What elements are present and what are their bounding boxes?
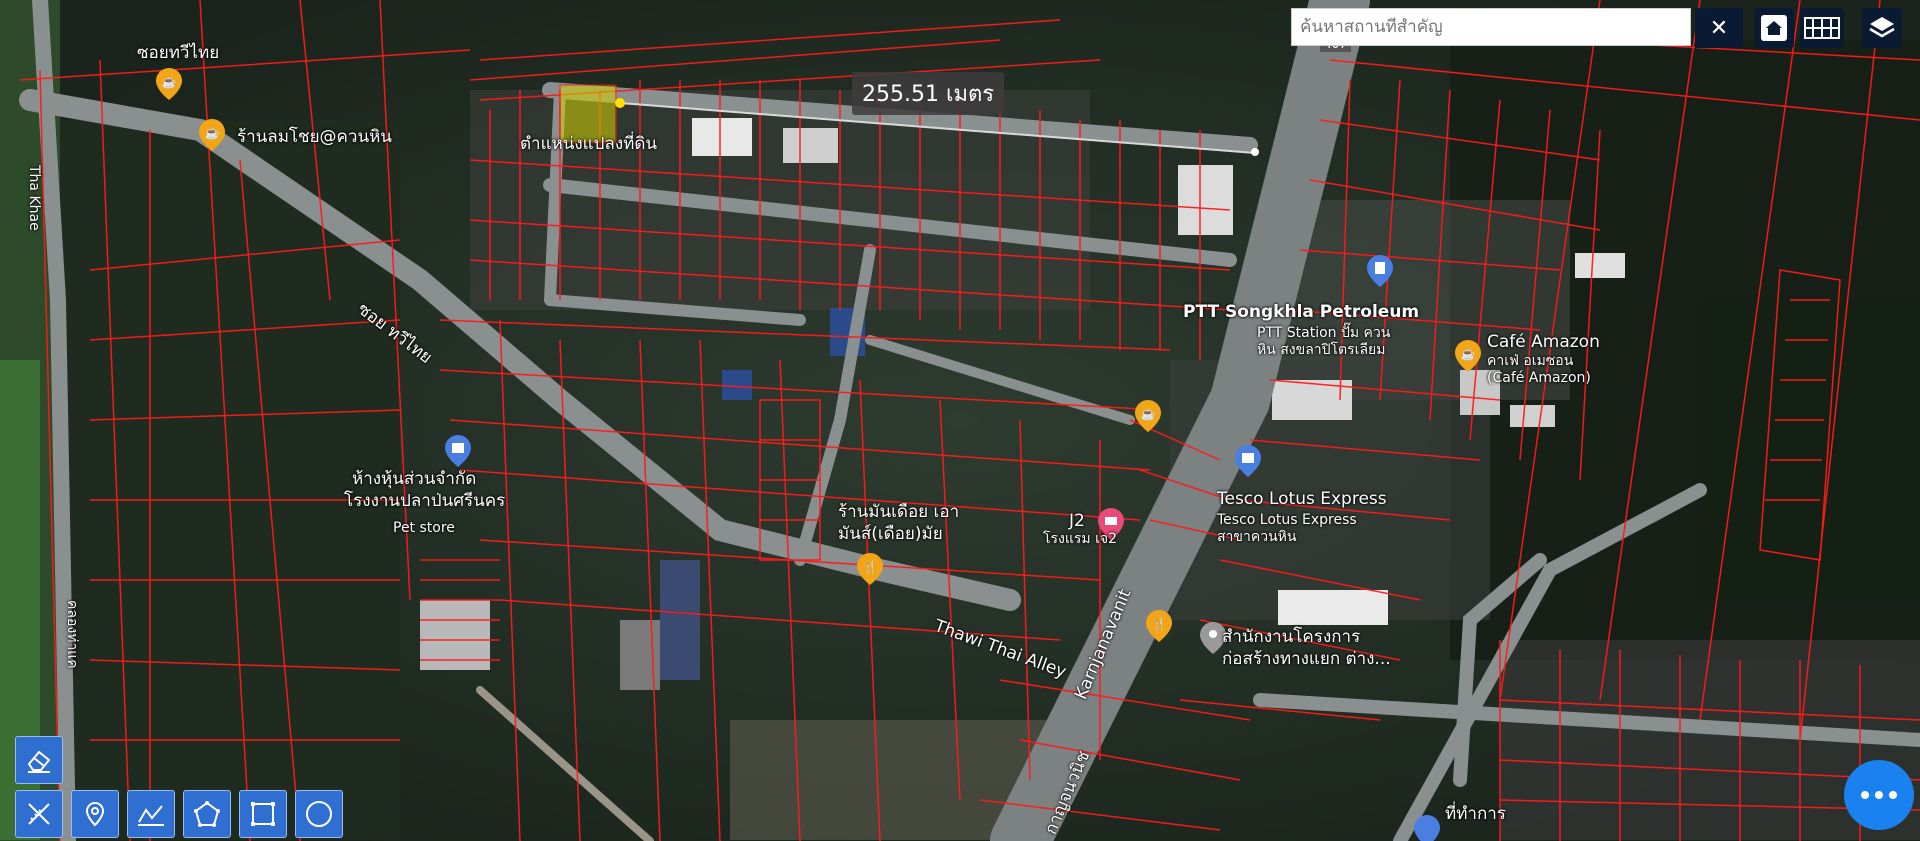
restaurant-pin-icon[interactable]: 🍴: [857, 553, 883, 585]
restaurant-pin-icon[interactable]: 🍴: [1146, 610, 1172, 642]
layers-icon: [1869, 17, 1895, 38]
map-label: (Café Amazon): [1487, 370, 1591, 386]
map-label: สำนักงานโครงการ: [1222, 627, 1361, 647]
svg-text:☕: ☕: [205, 125, 220, 140]
polygon-icon: [194, 801, 220, 827]
map-label: โรงแรม เจ2: [1043, 531, 1117, 547]
canal-label: คลองท่าแค: [64, 600, 80, 669]
map-label: ห้างหุ้นส่วนจำกัด: [352, 469, 477, 489]
pin-tool-button[interactable]: [71, 790, 119, 838]
circle-icon: [306, 801, 332, 827]
satellite-map[interactable]: 407 255.51 เมตร ☕ ☕ ☕ ☕ 🍴 🍴 ซอยทวีไทย ร้…: [0, 0, 1920, 841]
map-label: ร้านมันเดือย เอา: [838, 502, 960, 522]
eraser-tool-button[interactable]: [15, 736, 63, 784]
cafe-pin-icon[interactable]: ☕: [156, 68, 182, 100]
map-label: Café Amazon: [1487, 332, 1600, 352]
shop-pin-icon[interactable]: [445, 435, 471, 467]
dot-icon: [1861, 791, 1869, 799]
cafe-pin-icon[interactable]: ☕: [199, 119, 225, 151]
map-label: ก่อสร้างทางแยก ต่าง...: [1222, 649, 1391, 669]
home-icon: [1761, 15, 1787, 41]
layers-button[interactable]: [1862, 8, 1902, 48]
dot-icon: [1875, 791, 1883, 799]
polygon-tool-button[interactable]: [183, 790, 231, 838]
measure-icon: [28, 803, 50, 825]
line-icon: [138, 805, 164, 826]
circle-tool-button[interactable]: [295, 790, 343, 838]
cafe-pin-icon[interactable]: ☕: [1135, 400, 1161, 432]
map-label: Tesco Lotus Express: [1217, 512, 1357, 528]
gas-station-pin-icon[interactable]: [1367, 255, 1393, 287]
grid-icon: [1804, 17, 1840, 39]
svg-text:🍴: 🍴: [863, 560, 878, 574]
map-label: โรงงานปลาป่นศรีนคร: [344, 491, 506, 511]
measure-tool-button[interactable]: [15, 790, 63, 838]
rectangle-tool-button[interactable]: [239, 790, 287, 838]
map-label: Tesco Lotus Express: [1217, 489, 1387, 509]
map-label: Pet store: [393, 520, 455, 536]
map-label: ที่ทำการ: [1445, 804, 1506, 824]
shop-pin-icon[interactable]: [1235, 445, 1261, 477]
svg-text:☕: ☕: [1461, 346, 1476, 361]
cafe-pin-icon[interactable]: ☕: [1455, 340, 1481, 372]
home-button[interactable]: [1754, 8, 1794, 48]
svg-text:☕: ☕: [1141, 406, 1156, 421]
rectangle-icon: [251, 802, 275, 826]
clear-search-button[interactable]: ✕: [1695, 8, 1743, 48]
map-label: คาเฟ่ อเมซอน: [1487, 353, 1574, 369]
road-label: Tha Khae: [26, 165, 42, 231]
more-options-button[interactable]: [1844, 760, 1914, 830]
line-tool-button[interactable]: [127, 790, 175, 838]
map-label: สาขาควนหิน: [1217, 529, 1297, 545]
svg-text:🍴: 🍴: [1152, 617, 1167, 631]
pin-icon: [85, 801, 105, 827]
plot-position-label: ตำแหน่งแปลงที่ดิน: [520, 134, 658, 154]
svg-text:☕: ☕: [162, 74, 177, 89]
government-pin-icon[interactable]: [1414, 815, 1440, 841]
grid-button[interactable]: [1800, 8, 1844, 48]
search-box: [1291, 8, 1691, 46]
map-label: PTT Station ปั๊ม ควน: [1257, 325, 1391, 341]
search-input[interactable]: [1292, 17, 1690, 37]
map-label: ร้านลมโชย@ควนหิน: [237, 127, 392, 147]
map-label: PTT Songkhla Petroleum: [1183, 302, 1420, 322]
measurement-label: 255.51 เมตร: [852, 72, 1005, 115]
map-label: ซอยทวีไทย: [137, 43, 220, 63]
map-label: มันส์(เดือย)มัย: [838, 524, 943, 544]
map-label: หิน สงขลาปิโตรเลียม: [1257, 342, 1386, 358]
map-label: J2: [1069, 511, 1085, 531]
eraser-icon: [27, 750, 51, 773]
dot-icon: [1889, 791, 1897, 799]
